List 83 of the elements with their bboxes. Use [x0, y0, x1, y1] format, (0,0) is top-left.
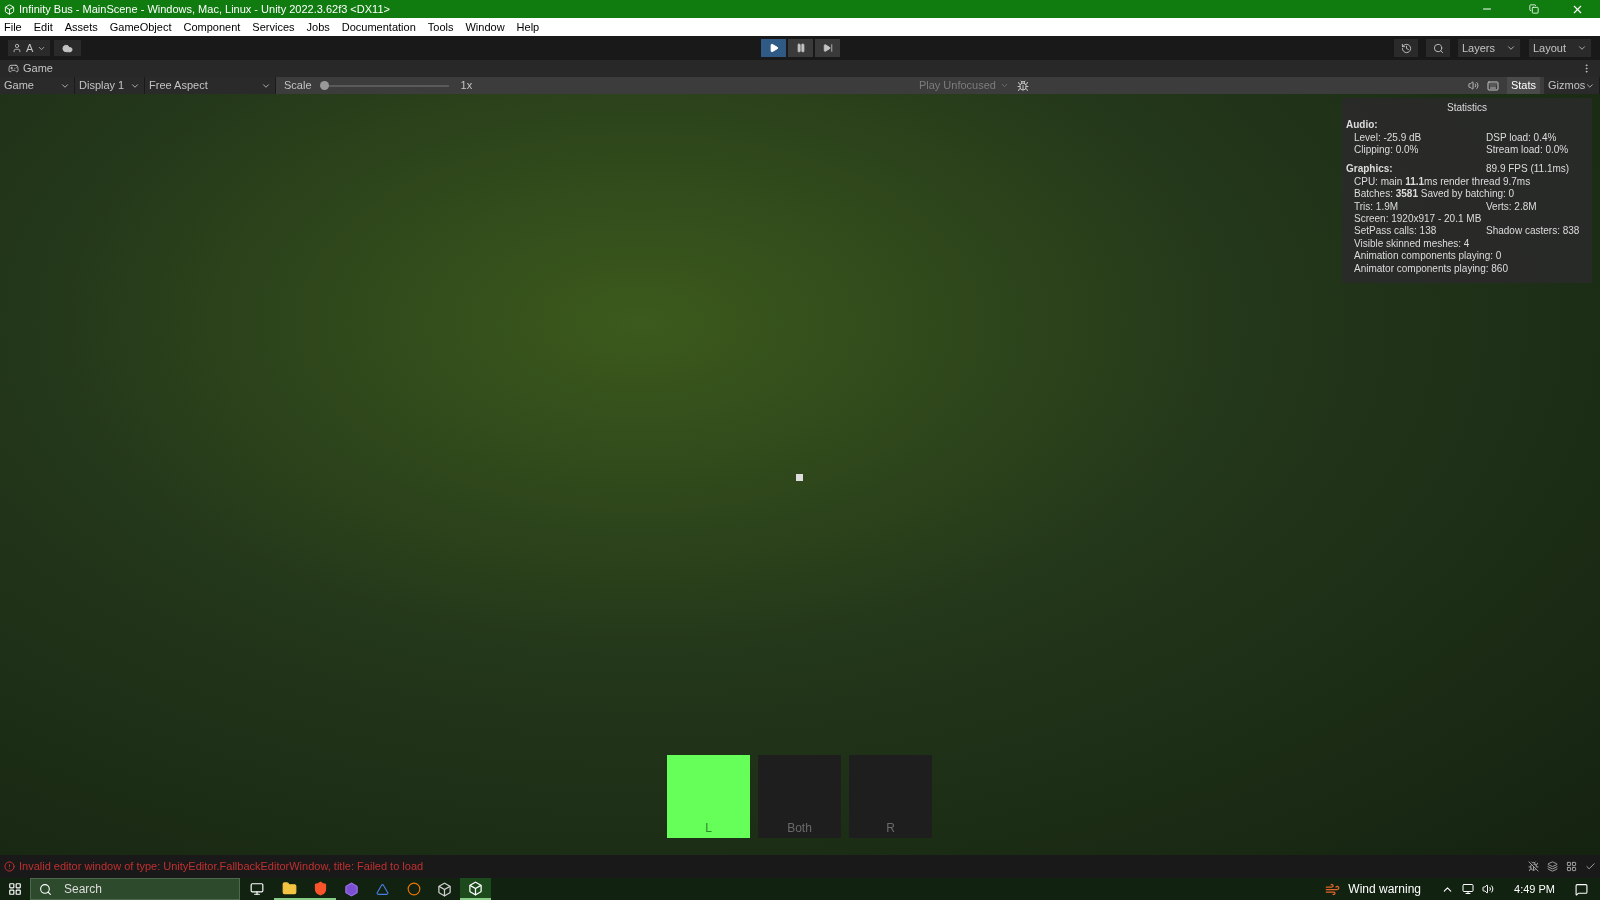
menu-item[interactable]: GameObject — [109, 18, 172, 36]
layers-dropdown[interactable]: Layers — [1458, 39, 1521, 57]
task-view-icon[interactable] — [250, 882, 264, 896]
gamepad-icon — [8, 63, 19, 74]
statistics-title: Statistics — [1446, 101, 1488, 115]
stat-value: Clipping: 0.0% — [1354, 144, 1420, 157]
account-dropdown[interactable]: A — [8, 40, 51, 56]
menu-item[interactable]: Edit — [33, 18, 53, 36]
search-icon — [39, 882, 52, 896]
aspect-dropdown[interactable]: Free Aspect — [145, 77, 276, 94]
status-message: Invalid editor window of type: UnityEditor.FallbackEditorWindow, title: Failed to load — [19, 859, 424, 875]
section-heading: Graphics: — [1346, 161, 1394, 176]
menu-item[interactable]: Documentation — [341, 18, 416, 36]
check-icon[interactable] — [1585, 861, 1596, 872]
notifications-icon[interactable] — [1575, 882, 1588, 896]
search-icon — [1432, 42, 1444, 54]
menu-item[interactable]: Help — [516, 18, 540, 36]
error-icon — [4, 861, 15, 872]
bug-icon[interactable] — [1016, 79, 1029, 92]
cloud-button[interactable] — [54, 40, 82, 56]
menu-item[interactable]: Window — [465, 18, 505, 36]
stats-button[interactable]: Stats — [1506, 77, 1540, 94]
weather-text[interactable]: Wind warning — [1348, 880, 1422, 898]
menu-item[interactable]: Tools — [427, 18, 454, 36]
account-icon — [12, 43, 22, 53]
search-button[interactable] — [1426, 39, 1450, 57]
debug-icon[interactable] — [1528, 861, 1539, 872]
crosshair-icon — [796, 474, 803, 481]
cloud-icon — [62, 42, 74, 54]
restore-icon[interactable] — [1529, 4, 1539, 14]
history-icon — [1400, 42, 1412, 54]
pause-button[interactable] — [788, 39, 813, 57]
display-dropdown[interactable]: Display 1 — [75, 77, 145, 94]
stat-value: Level: -25.9 dB — [1354, 132, 1423, 145]
caret-icon — [1577, 43, 1587, 53]
step-icon — [822, 43, 833, 53]
play-icon — [768, 43, 779, 53]
clock[interactable]: 4:49 PM — [1514, 880, 1555, 898]
gizmos-dropdown[interactable]: Gizmos — [1544, 77, 1600, 94]
caret-icon — [999, 81, 1009, 90]
window-title: Infinity Bus - MainScene - Windows, Mac, Linux - Unity 2022.3.62f3 <DX11> — [19, 1, 391, 17]
history-button[interactable] — [1394, 39, 1418, 57]
layers-icon[interactable] — [1547, 861, 1558, 872]
menu-item[interactable]: Component — [183, 18, 241, 36]
scale-value: 1x — [460, 78, 473, 94]
menu-item[interactable]: Jobs — [306, 18, 330, 36]
stat-value: Batches: 3581 Saved by batching: 0 — [1354, 188, 1515, 201]
slider-thumb[interactable] — [319, 81, 329, 90]
network-icon[interactable] — [1462, 883, 1475, 895]
stat-value: Stream load: 0.0% — [1486, 144, 1569, 157]
stat-value: SetPass calls: 138 — [1354, 225, 1438, 238]
stat-value: Shadow casters: 838 — [1486, 225, 1580, 238]
stat-value: Visible skinned meshes: 4 — [1354, 237, 1470, 251]
stat-value: Tris: 1.9M — [1354, 200, 1400, 214]
scale-label: Scale — [284, 78, 312, 94]
keyboard-icon[interactable] — [1486, 79, 1499, 92]
scale-slider[interactable] — [323, 80, 449, 91]
view-dropdown[interactable]: Game — [0, 77, 75, 94]
audio-icon[interactable] — [1467, 80, 1479, 91]
volume-icon[interactable] — [1482, 883, 1495, 895]
grid-icon[interactable] — [1566, 861, 1577, 872]
caret-icon — [1506, 43, 1516, 53]
stat-value: CPU: main 11.1ms render thread 9.7ms — [1354, 175, 1531, 189]
stat-value: Animation components playing: 0 — [1354, 250, 1502, 263]
game-tab[interactable]: Game — [8, 60, 53, 77]
layout-dropdown[interactable]: Layout — [1529, 39, 1592, 57]
pause-icon — [795, 43, 806, 53]
search-field[interactable]: Search — [30, 878, 240, 900]
section-heading: Audio: — [1346, 118, 1379, 132]
unity-logo-icon — [4, 3, 15, 15]
start-icon[interactable] — [8, 882, 22, 896]
stat-value: Animator components playing: 860 — [1354, 262, 1508, 276]
menu-item[interactable]: File — [4, 18, 22, 36]
stat-value: Screen: 1920x917 - 20.1 MB — [1354, 213, 1482, 226]
play-button[interactable] — [761, 39, 786, 57]
stat-value: DSP load: 0.4% — [1486, 132, 1557, 145]
weather-icon — [1325, 881, 1341, 897]
stat-value: 89.9 FPS (11.1ms) — [1486, 161, 1570, 176]
stat-value: Verts: 2.8M — [1486, 200, 1537, 214]
taskbar-app-icon[interactable] — [460, 878, 491, 900]
menu-item[interactable]: Services — [252, 18, 295, 36]
menu-item[interactable]: Assets — [64, 18, 98, 36]
step-button[interactable] — [815, 39, 840, 57]
